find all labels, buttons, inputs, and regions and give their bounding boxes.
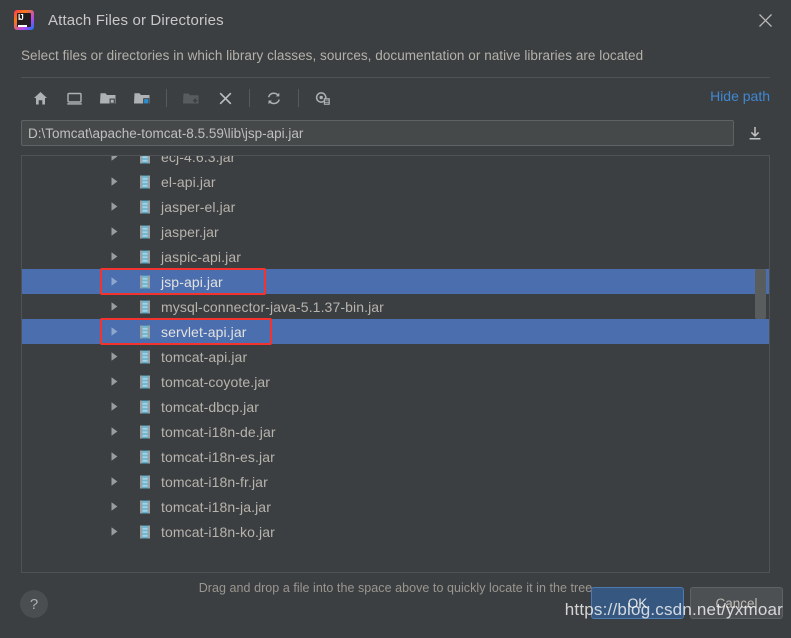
- chevron-right-icon[interactable]: [109, 519, 125, 544]
- chevron-right-icon[interactable]: [109, 156, 125, 169]
- tree-row-label: tomcat-i18n-ko.jar: [161, 523, 275, 540]
- tree-row[interactable]: servlet-api.jar: [22, 319, 769, 344]
- chevron-right-icon[interactable]: [109, 419, 125, 444]
- tree-row-label: tomcat-coyote.jar: [161, 373, 271, 390]
- delete-button[interactable]: [210, 84, 240, 112]
- tree-row[interactable]: tomcat-i18n-ko.jar: [22, 519, 769, 544]
- tree-row-label: ecj-4.6.3.jar: [161, 155, 236, 165]
- jar-file-icon: [137, 524, 153, 540]
- tree-row[interactable]: mysql-connector-java-5.1.37-bin.jar: [22, 294, 769, 319]
- tree-row[interactable]: tomcat-i18n-es.jar: [22, 444, 769, 469]
- chevron-right-icon[interactable]: [109, 319, 125, 344]
- refresh-button[interactable]: [259, 84, 289, 112]
- tree-row[interactable]: tomcat-api.jar: [22, 344, 769, 369]
- tree-row[interactable]: tomcat-i18n-ja.jar: [22, 494, 769, 519]
- tree-row[interactable]: jsp-api.jar: [22, 269, 769, 294]
- toolbar: [21, 78, 770, 118]
- show-hidden-button[interactable]: [308, 84, 338, 112]
- toolbar-separator-2: [249, 89, 250, 107]
- chevron-right-icon[interactable]: [109, 369, 125, 394]
- tree-row[interactable]: tomcat-i18n-fr.jar: [22, 469, 769, 494]
- tree-row-label: jasper.jar: [161, 223, 219, 240]
- jar-file-icon: [137, 349, 153, 365]
- tree-row-label: tomcat-i18n-fr.jar: [161, 473, 268, 490]
- chevron-right-icon[interactable]: [109, 169, 125, 194]
- jar-file-icon: [137, 474, 153, 490]
- tree-row-label: el-api.jar: [161, 173, 216, 190]
- intellij-idea-logo-icon: IJ: [14, 10, 34, 30]
- chevron-right-icon[interactable]: [109, 494, 125, 519]
- tree-row[interactable]: jasper-el.jar: [22, 194, 769, 219]
- chevron-right-icon[interactable]: [109, 194, 125, 219]
- jar-file-icon: [137, 424, 153, 440]
- tree-row-label: mysql-connector-java-5.1.37-bin.jar: [161, 298, 384, 315]
- tree-row[interactable]: tomcat-coyote.jar: [22, 369, 769, 394]
- desktop-button[interactable]: [59, 84, 89, 112]
- dialog-footer: ? OK Cancel: [0, 580, 791, 638]
- jar-file-icon: [137, 156, 153, 165]
- chevron-right-icon[interactable]: [109, 394, 125, 419]
- jar-file-icon: [137, 449, 153, 465]
- jar-file-icon: [137, 374, 153, 390]
- file-tree-rows: ecj-4.6.3.jar el-api.jar jasper-el.jar jasp…: [22, 155, 769, 569]
- tree-row-label: tomcat-i18n-es.jar: [161, 448, 275, 465]
- jar-file-icon: [137, 199, 153, 215]
- tree-row-label: tomcat-i18n-de.jar: [161, 423, 276, 440]
- jar-file-icon: [137, 399, 153, 415]
- scrollbar-thumb[interactable]: [755, 269, 766, 319]
- new-folder-button[interactable]: [176, 84, 206, 112]
- download-icon[interactable]: [740, 120, 770, 146]
- toolbar-separator-3: [298, 89, 299, 107]
- tree-row-label: jsp-api.jar: [161, 273, 223, 290]
- tree-row[interactable]: jasper.jar: [22, 219, 769, 244]
- hide-path-link[interactable]: Hide path: [710, 88, 770, 104]
- path-row: [21, 120, 770, 146]
- chevron-right-icon[interactable]: [109, 344, 125, 369]
- jar-file-icon: [137, 174, 153, 190]
- ok-button[interactable]: OK: [591, 587, 684, 619]
- tree-row-label: tomcat-dbcp.jar: [161, 398, 259, 415]
- chevron-right-icon[interactable]: [109, 444, 125, 469]
- window-title: Attach Files or Directories: [48, 11, 224, 29]
- jar-file-icon: [137, 224, 153, 240]
- jar-file-icon: [137, 274, 153, 290]
- vertical-scrollbar[interactable]: [754, 156, 767, 572]
- file-tree[interactable]: ecj-4.6.3.jar el-api.jar jasper-el.jar jasp…: [21, 155, 770, 573]
- project-folder-button[interactable]: [93, 84, 123, 112]
- help-button[interactable]: ?: [20, 590, 48, 618]
- close-icon[interactable]: [739, 0, 791, 40]
- chevron-right-icon[interactable]: [109, 219, 125, 244]
- jar-file-icon: [137, 324, 153, 340]
- tree-row-label: tomcat-i18n-ja.jar: [161, 498, 271, 515]
- jar-file-icon: [137, 499, 153, 515]
- tree-row-label: servlet-api.jar: [161, 323, 247, 340]
- tree-row-label: jasper-el.jar: [161, 198, 236, 215]
- toolbar-container: Hide path: [21, 77, 770, 118]
- tree-row-label: jaspic-api.jar: [161, 248, 241, 265]
- chevron-right-icon[interactable]: [109, 469, 125, 494]
- dialog-description: Select files or directories in which lib…: [21, 48, 644, 63]
- tree-row[interactable]: tomcat-i18n-de.jar: [22, 419, 769, 444]
- home-button[interactable]: [25, 84, 55, 112]
- tree-row[interactable]: ecj-4.6.3.jar: [22, 155, 769, 169]
- tree-row[interactable]: el-api.jar: [22, 169, 769, 194]
- tree-row[interactable]: jaspic-api.jar: [22, 244, 769, 269]
- window-title-bar: IJ Attach Files or Directories: [0, 0, 791, 40]
- tree-row[interactable]: tomcat-dbcp.jar: [22, 394, 769, 419]
- jar-file-icon: [137, 249, 153, 265]
- toolbar-separator-1: [166, 89, 167, 107]
- cancel-button[interactable]: Cancel: [690, 587, 783, 619]
- path-input[interactable]: [21, 120, 734, 146]
- chevron-right-icon[interactable]: [109, 269, 125, 294]
- chevron-right-icon[interactable]: [109, 294, 125, 319]
- chevron-right-icon[interactable]: [109, 244, 125, 269]
- jar-file-icon: [137, 299, 153, 315]
- module-folder-button[interactable]: [127, 84, 157, 112]
- tree-row-label: tomcat-api.jar: [161, 348, 248, 365]
